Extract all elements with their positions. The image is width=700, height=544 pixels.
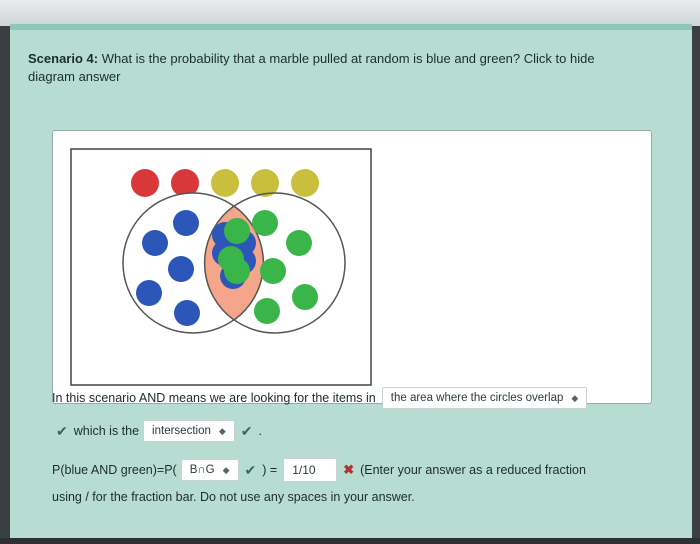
diagram-container <box>52 130 652 404</box>
marble-yellow <box>211 169 239 197</box>
marble-green <box>260 258 286 284</box>
line1-text: In this scenario AND means we are lookin… <box>52 391 376 405</box>
scenario-label: Scenario 4: <box>28 51 99 66</box>
event-dropdown-value: B∩G <box>189 464 215 476</box>
line2-period: . <box>258 424 262 438</box>
marble-green <box>254 298 280 324</box>
marble-yellow <box>291 169 319 197</box>
event-dropdown[interactable]: B∩G ◆ <box>180 459 239 481</box>
line2-text: which is the <box>73 424 140 438</box>
line3-equals: ) = <box>262 463 278 477</box>
marble-green <box>224 218 250 244</box>
marble-blue <box>174 300 200 326</box>
marble-green <box>224 258 250 284</box>
dropdown-caret-icon: ◆ <box>222 464 230 475</box>
region-dropdown[interactable]: the area where the circles overlap ◆ <box>381 387 588 409</box>
marble-blue <box>136 280 162 306</box>
marble-blue <box>173 210 199 236</box>
screen-bezel <box>0 0 700 26</box>
term-dropdown[interactable]: intersection ◆ <box>143 420 235 442</box>
dropdown-caret-icon: ◆ <box>218 425 226 436</box>
line3-text: P(blue AND green)=P( <box>52 463 177 477</box>
check-icon: ✔ <box>244 461 257 478</box>
marble-blue <box>168 256 194 282</box>
question-panel: Scenario 4: What is the probability that… <box>10 24 692 538</box>
marble-green <box>292 284 318 310</box>
marble-blue <box>142 230 168 256</box>
venn-diagram <box>70 148 372 386</box>
term-dropdown-value: intersection <box>152 425 211 437</box>
check-icon: ✔ <box>56 422 68 439</box>
line4-text: using / for the fraction bar. Do not use… <box>52 490 415 504</box>
question-body: What is the probability that a marble pu… <box>28 51 595 84</box>
marble-red <box>131 169 159 197</box>
screen-bottom-edge <box>0 538 700 544</box>
incorrect-x-icon: ✖ <box>343 462 355 477</box>
region-dropdown-value: the area where the circles overlap <box>390 392 564 404</box>
answer-line-3: P(blue AND green)=P( B∩G ◆ ✔ ) = 1/10 ✖ … <box>52 458 586 482</box>
marble-green <box>252 210 278 236</box>
answer-line-2: ✔ which is the intersection ◆ ✔ . <box>56 420 262 442</box>
line3-hint: (Enter your answer as a reduced fraction <box>360 463 586 477</box>
marble-green <box>286 230 312 256</box>
dropdown-caret-icon: ◆ <box>571 392 579 403</box>
question-text[interactable]: Scenario 4: What is the probability that… <box>28 50 638 86</box>
check-icon: ✔ <box>240 422 253 439</box>
answer-line-4: using / for the fraction bar. Do not use… <box>52 490 415 504</box>
answer-line-1: In this scenario AND means we are lookin… <box>52 387 588 409</box>
answer-input[interactable]: 1/10 <box>283 458 338 482</box>
answer-input-value: 1/10 <box>292 463 316 477</box>
